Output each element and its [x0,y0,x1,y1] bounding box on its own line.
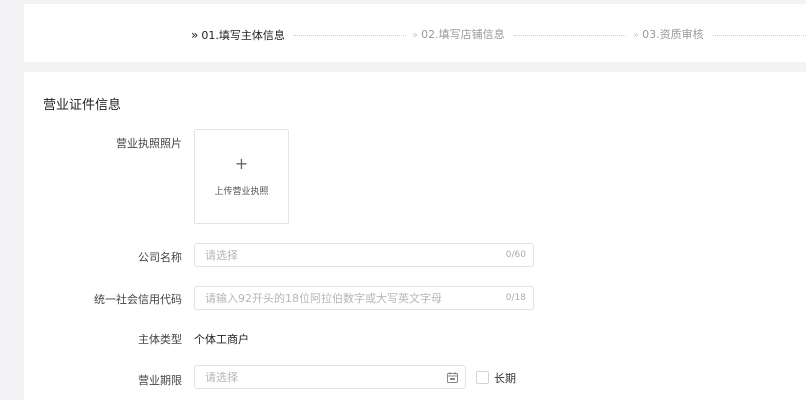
license-upload-button[interactable]: + 上传营业执照 [194,129,289,224]
company-name-counter: 0/60 [505,250,526,260]
company-name-label: 公司名称 [138,251,182,264]
company-name-field[interactable]: 0/60 [194,243,534,267]
plus-icon: + [234,154,249,173]
entity-type-label: 主体类型 [138,333,182,346]
step-2: » 02.填写店铺信息 [412,28,505,43]
company-name-input[interactable] [195,244,533,266]
calendar-icon[interactable] [447,372,458,383]
credit-code-counter: 0/18 [505,293,526,303]
step-divider [713,35,806,36]
step-2-label: 02.填写店铺信息 [421,28,505,41]
section-title: 营业证件信息 [43,98,122,113]
double-chevron-right-icon: » [191,28,199,42]
progress-steps: » 01.填写主体信息 » 02.填写店铺信息 » 03.资质审核 [24,4,806,62]
business-term-field[interactable] [194,365,466,389]
upload-text: 上传营业执照 [214,187,269,197]
step-divider [514,35,626,36]
entity-type-value: 个体工商户 [194,333,249,346]
step-1: » 01.填写主体信息 [191,28,285,43]
business-term-input[interactable] [195,366,465,388]
double-chevron-right-icon: » [412,30,419,41]
step-1-label: 01.填写主体信息 [201,29,285,42]
credit-code-input[interactable] [195,287,533,309]
license-photo-label: 营业执照照片 [116,137,182,150]
business-term-label: 营业期限 [138,374,182,387]
credit-code-field[interactable]: 0/18 [194,286,534,310]
long-term-label[interactable]: 长期 [494,370,516,386]
long-term-checkbox[interactable] [476,371,489,384]
step-3-label: 03.资质审核 [642,28,704,41]
double-chevron-right-icon: » [633,30,640,41]
credit-code-label: 统一社会信用代码 [94,293,182,306]
step-divider [294,35,406,36]
business-license-form: 营业证件信息 营业执照照片 + 上传营业执照 公司名称 0/60 统一社会信用代… [24,72,806,400]
step-3: » 03.资质审核 [633,28,704,43]
